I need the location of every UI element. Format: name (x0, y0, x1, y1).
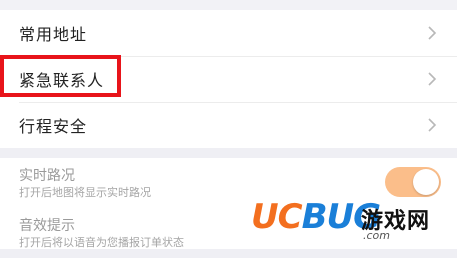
watermark-sub: .com (363, 229, 390, 242)
menu-item-label: 常用地址 (19, 25, 88, 44)
chevron-right-icon (428, 26, 437, 40)
watermark-logo: UCBUG 游戏网 .com (251, 195, 451, 245)
setting-subtitle: 打开后地图将显示实时路况 (19, 186, 151, 199)
menu-item-trip-safety[interactable]: 行程安全 (0, 102, 457, 148)
realtime-traffic-toggle[interactable] (385, 167, 441, 197)
setting-title: 实时路况 (19, 168, 75, 184)
chevron-right-icon (428, 118, 437, 132)
top-strip (0, 0, 457, 10)
setting-title: 音效提示 (19, 218, 75, 234)
menu-item-common-address[interactable]: 常用地址 (0, 10, 457, 56)
setting-subtitle: 打开后将以语音为您播报订单状态 (19, 236, 184, 249)
highlight-annotation-box (0, 55, 121, 97)
menu-item-label: 行程安全 (19, 117, 88, 136)
watermark-uc: UC (251, 197, 303, 237)
toggle-knob (413, 169, 439, 195)
section-gap (0, 148, 457, 158)
chevron-right-icon (428, 72, 437, 86)
